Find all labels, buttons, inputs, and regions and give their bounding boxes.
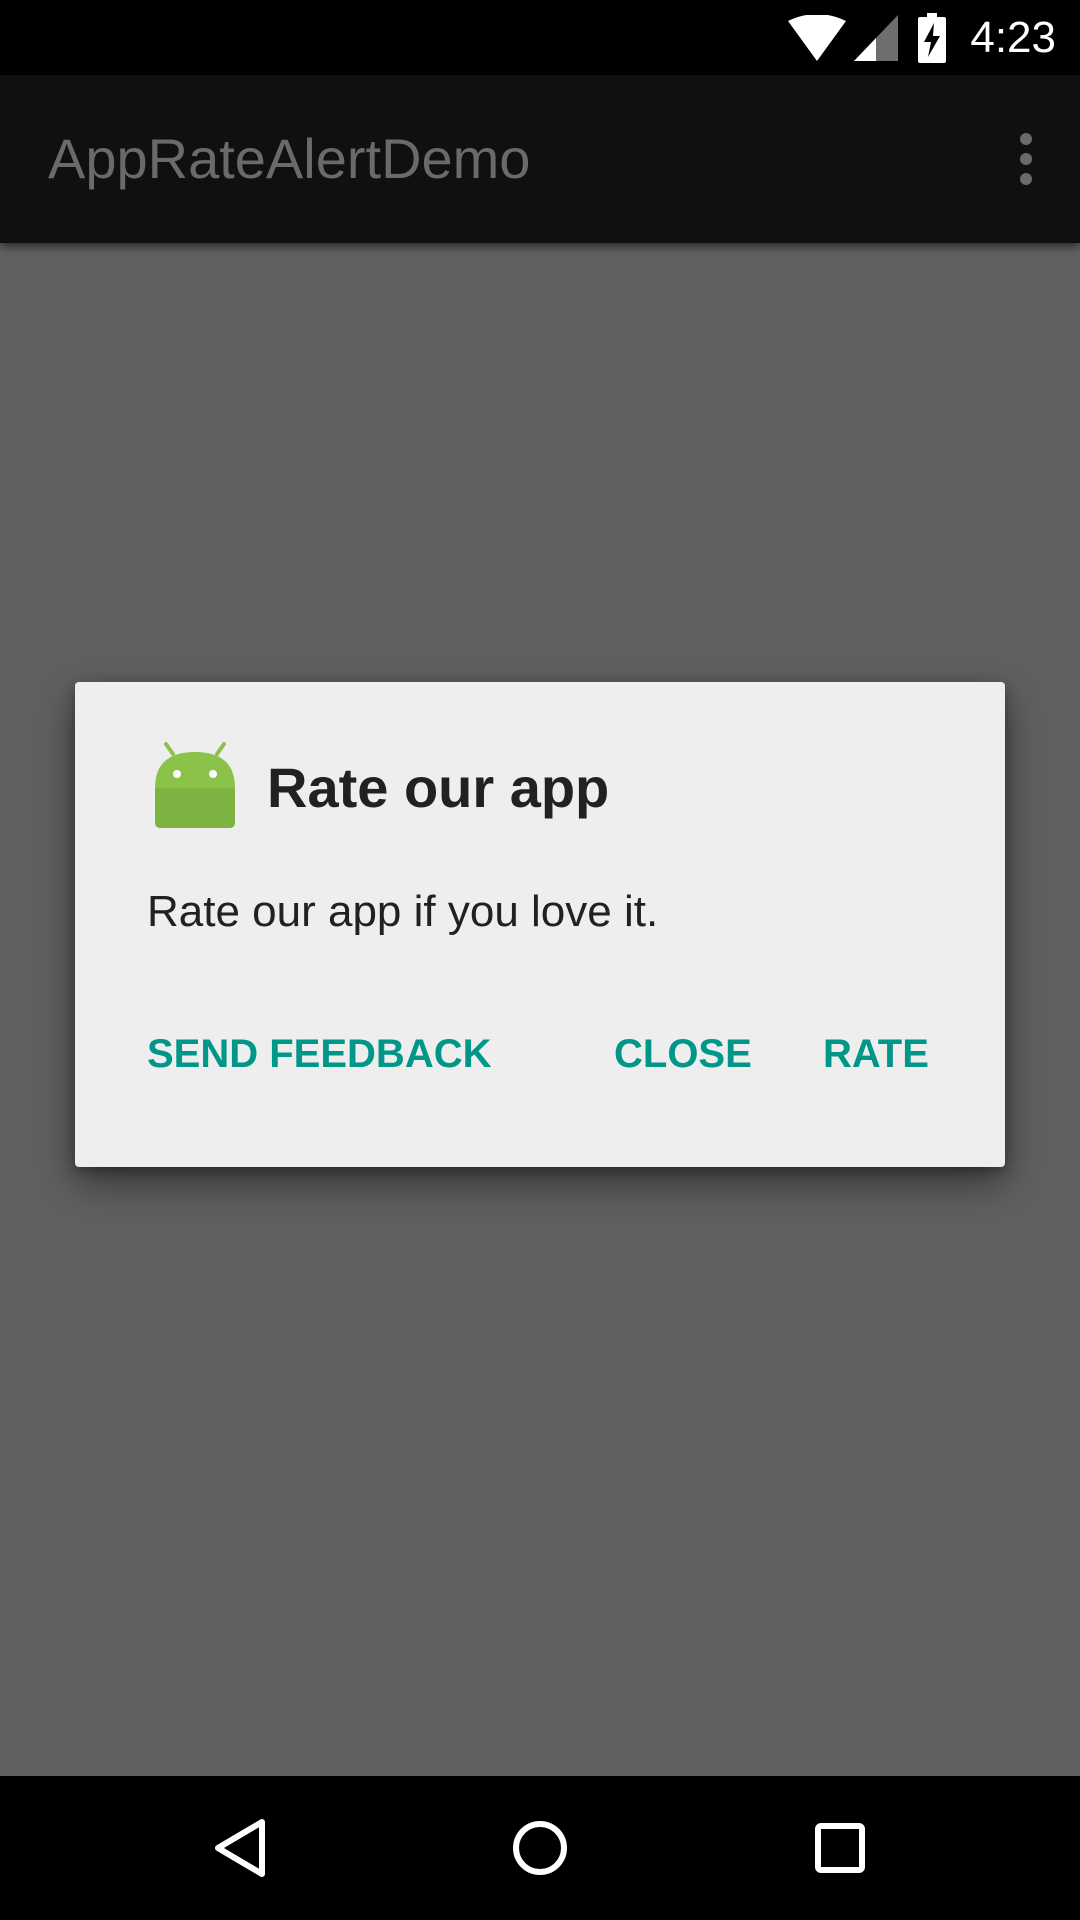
overflow-menu-button[interactable] (996, 119, 1056, 199)
battery-charging-icon (918, 12, 947, 63)
dialog-message: Rate our app if you love it. (147, 887, 659, 936)
status-clock: 4:23 (970, 13, 1056, 62)
rate-dialog: Rate our app Rate our app if you love it… (75, 682, 1005, 1167)
close-button[interactable]: CLOSE (614, 1022, 752, 1086)
dialog-title: Rate our app (267, 756, 610, 819)
recents-button[interactable] (800, 1808, 880, 1888)
status-bar: 4:23 (0, 0, 1080, 75)
app-title: AppRateAlertDemo (48, 127, 531, 190)
more-vert-icon (1020, 133, 1032, 185)
wifi-icon (788, 14, 847, 61)
home-icon (513, 1821, 567, 1875)
recents-icon (815, 1823, 865, 1873)
android-icon (153, 742, 237, 830)
status-icons: 4:23 (788, 0, 1056, 75)
cell-signal-icon (854, 14, 899, 61)
rate-button[interactable]: RATE (823, 1022, 929, 1086)
back-button[interactable] (200, 1808, 280, 1888)
send-feedback-button[interactable]: SEND FEEDBACK (147, 1022, 491, 1086)
back-icon (215, 1819, 265, 1877)
navigation-bar (0, 1776, 1080, 1920)
home-button[interactable] (500, 1808, 580, 1888)
app-bar: AppRateAlertDemo (0, 75, 1080, 243)
